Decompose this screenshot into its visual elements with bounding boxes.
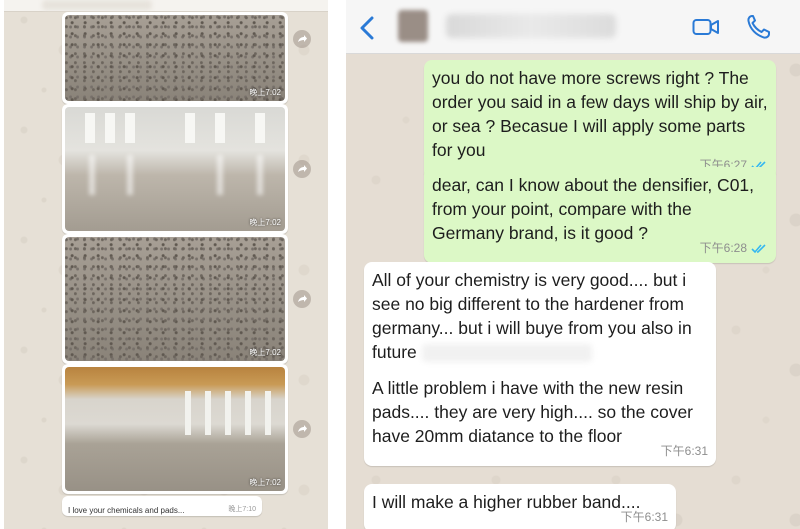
message-text: I love your chemicals and pads... xyxy=(68,506,185,515)
photo-time: 晚上7:02 xyxy=(249,348,281,357)
floor-photo[interactable]: 晚上7:02 xyxy=(65,237,285,361)
message-time: 下午6:31 xyxy=(660,444,708,458)
redacted-title xyxy=(42,0,152,10)
message-meta: 下午6:31 xyxy=(621,505,668,529)
message-text: you do not have more screws right ? The … xyxy=(432,68,768,160)
share-icon[interactable] xyxy=(293,30,311,48)
left-header xyxy=(4,0,328,12)
message-meta: 下午6:31 xyxy=(661,439,708,463)
video-icon[interactable] xyxy=(692,16,720,38)
share-icon[interactable] xyxy=(293,290,311,308)
outgoing-message[interactable]: you do not have more screws right ? The … xyxy=(424,60,776,180)
message-text: All of your chemistry is very good.... b… xyxy=(372,268,708,364)
message-text: I will make a higher rubber band.... xyxy=(372,492,641,512)
message-text-part2: A little problem i have with the new res… xyxy=(372,378,693,446)
photo-time: 晚上7:02 xyxy=(249,88,281,97)
redacted-text xyxy=(421,344,592,363)
phone-icon[interactable] xyxy=(746,14,770,40)
chat-header xyxy=(346,0,800,54)
chevron-left-icon[interactable] xyxy=(358,16,378,40)
avatar[interactable] xyxy=(398,10,428,42)
share-icon[interactable] xyxy=(293,160,311,178)
floor-photo[interactable]: 晚上7:02 xyxy=(65,15,285,101)
incoming-message[interactable]: I will make a higher rubber band.... 下午6… xyxy=(364,484,676,529)
message-time: 下午6:28 xyxy=(699,241,747,255)
double-check-icon xyxy=(751,243,766,253)
right-chat-panel: you do not have more screws right ? The … xyxy=(346,0,800,529)
photo-time: 晚上7:02 xyxy=(249,478,281,487)
left-chat-panel: 晚上7:02 晚上7:02 晚上7:02 晚上7:02 I love your … xyxy=(4,0,328,529)
message-time: 下午6:31 xyxy=(620,510,668,524)
text-message[interactable]: I love your chemicals and pads... 晚上7:10 xyxy=(62,496,262,516)
message-meta: 下午6:28 xyxy=(700,236,768,260)
hall-photo[interactable]: 晚上7:02 xyxy=(65,107,285,231)
photo-message[interactable]: 晚上7:02 xyxy=(62,364,288,494)
photo-message[interactable]: 晚上7:02 xyxy=(62,104,288,234)
photo-message[interactable]: 晚上7:02 xyxy=(62,12,288,104)
outgoing-message[interactable]: dear, can I know about the densifier, C0… xyxy=(424,167,776,263)
share-icon[interactable] xyxy=(293,420,311,438)
wide-hall-photo[interactable]: 晚上7:02 xyxy=(65,367,285,491)
message-text: dear, can I know about the densifier, C0… xyxy=(432,175,755,243)
incoming-message[interactable]: All of your chemistry is very good.... b… xyxy=(364,262,716,466)
redacted-contact-name[interactable] xyxy=(446,14,616,38)
message-time: 晚上7:10 xyxy=(228,506,256,513)
photo-message[interactable]: 晚上7:02 xyxy=(62,234,288,364)
photo-time: 晚上7:02 xyxy=(249,218,281,227)
